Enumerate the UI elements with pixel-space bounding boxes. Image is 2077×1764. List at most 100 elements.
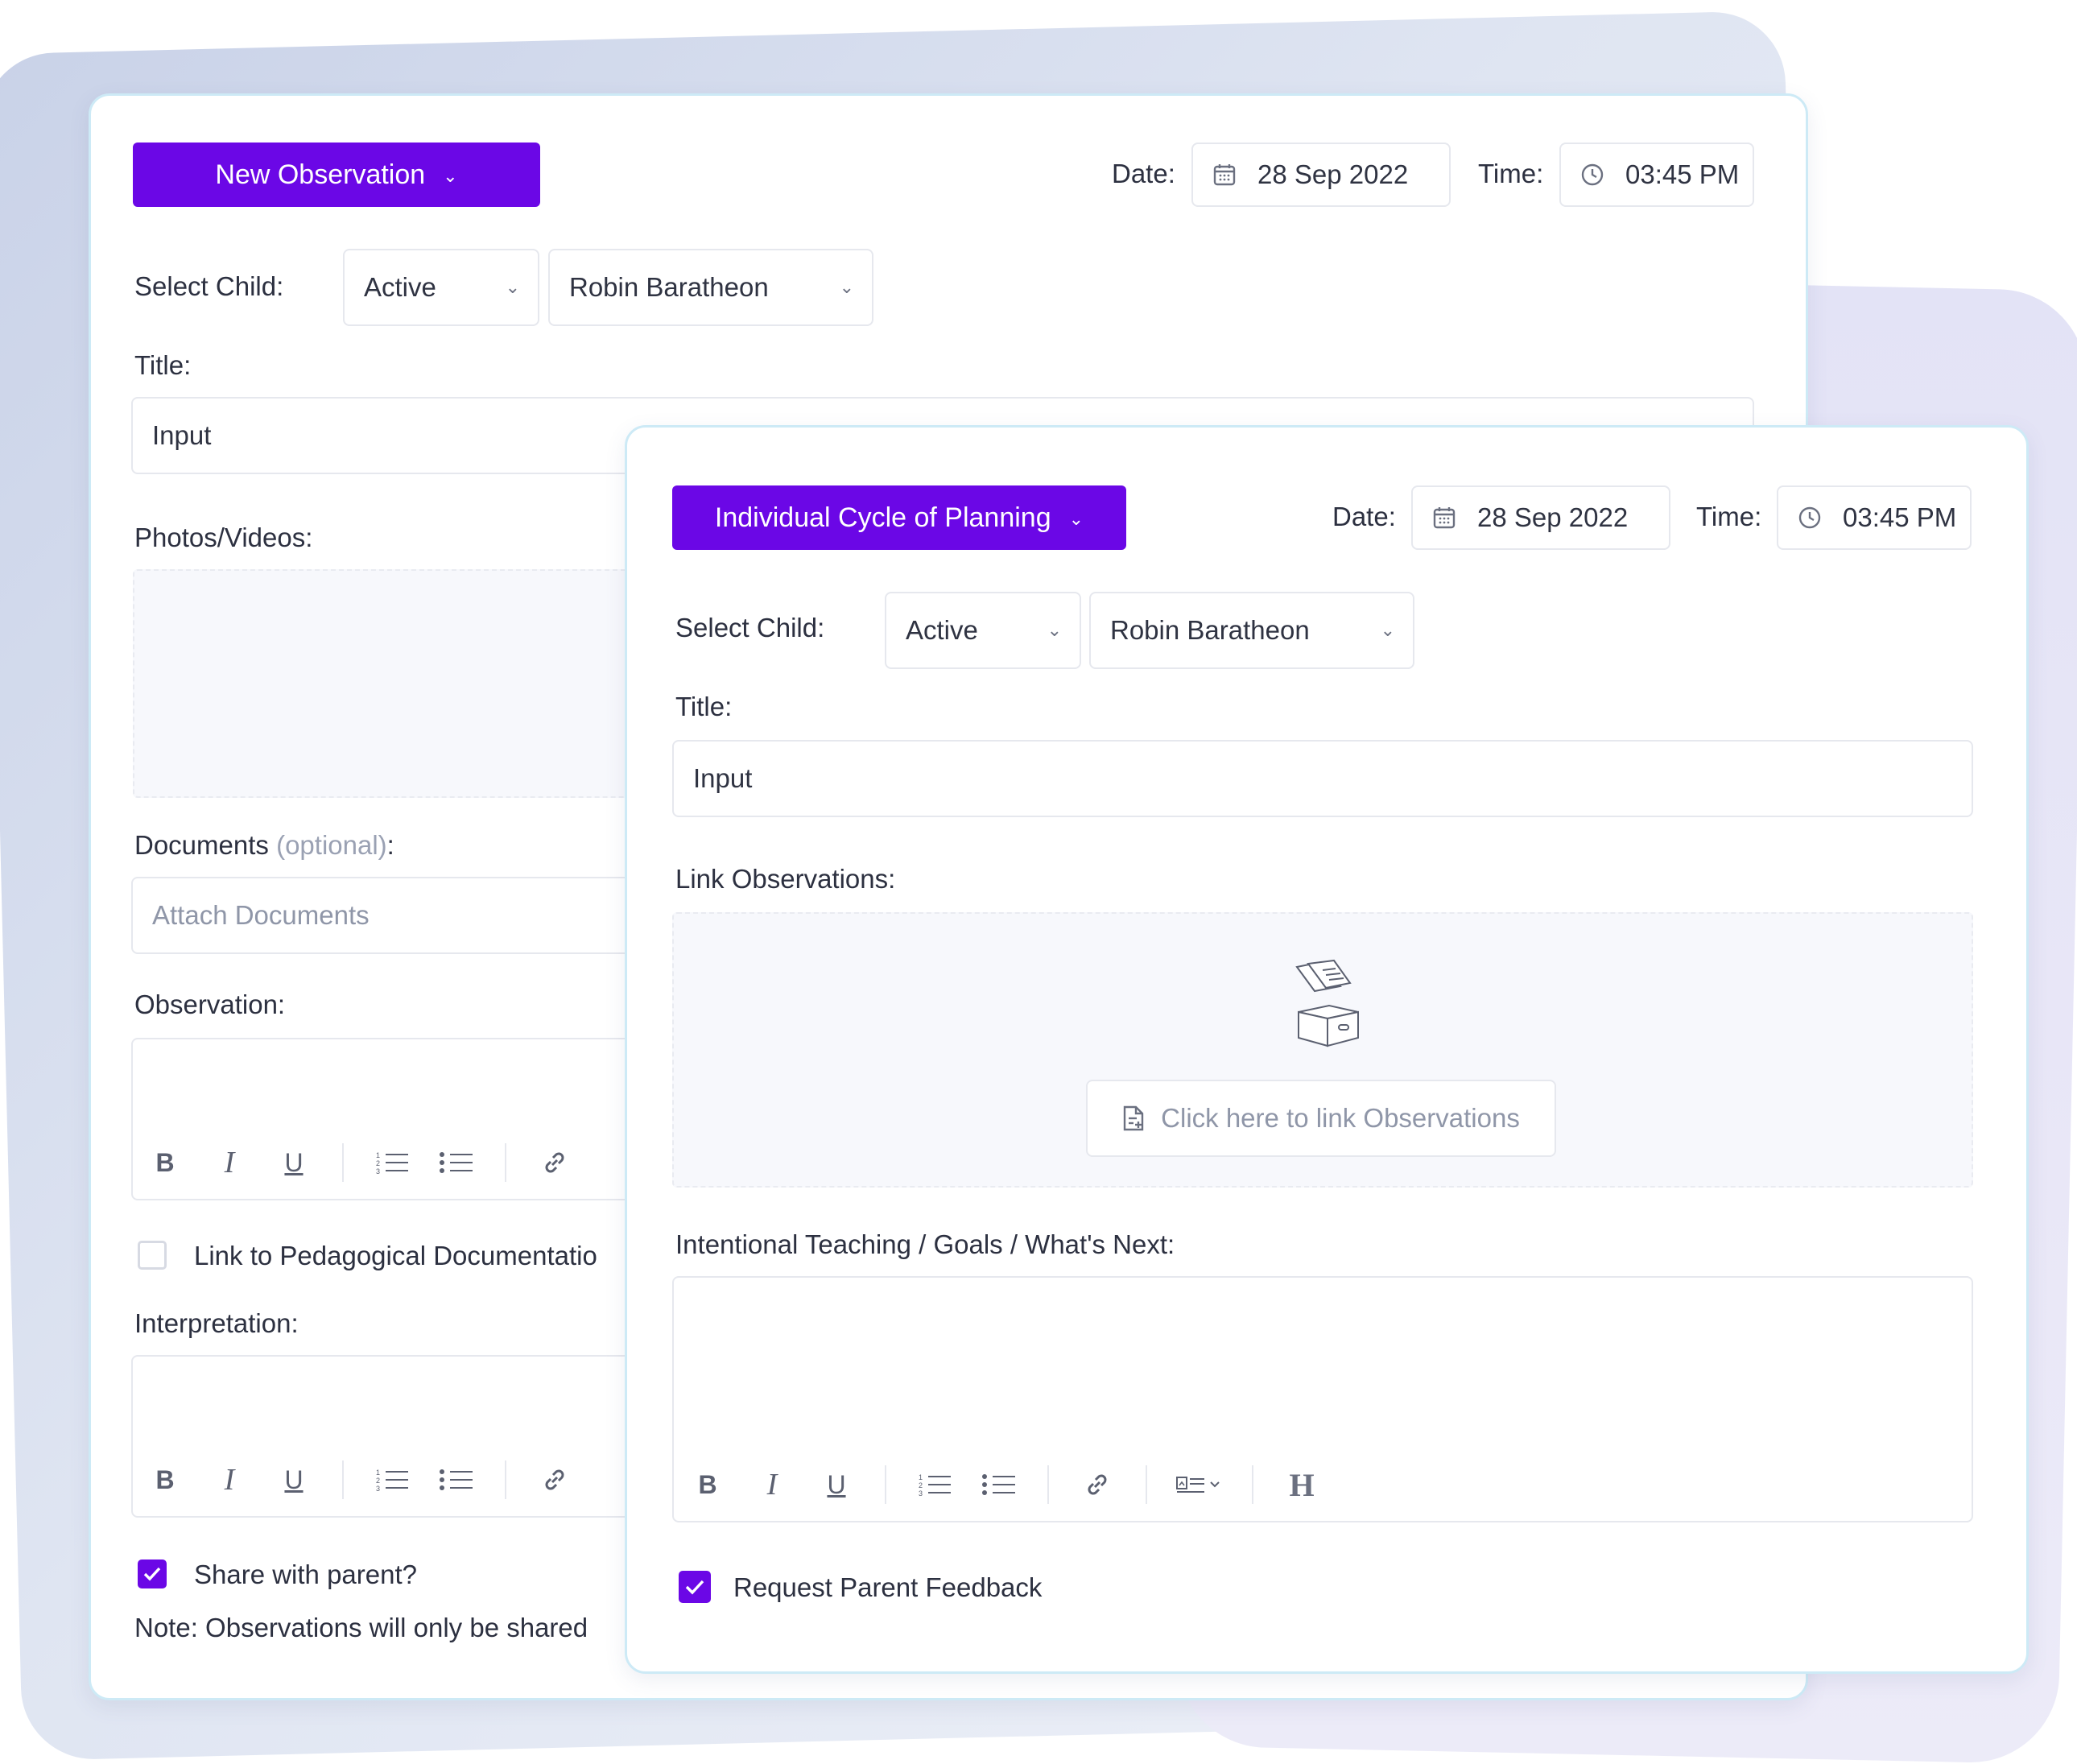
status-select-value: Active (906, 615, 978, 645)
observation-editor[interactable]: B I U 123 (131, 1038, 711, 1200)
interpretation-editor[interactable]: B I U 123 (131, 1355, 711, 1518)
title-label: Title: (675, 692, 733, 721)
share-with-parent-label: Share with parent? (194, 1560, 418, 1589)
svg-text:1: 1 (919, 1473, 923, 1481)
svg-text:2: 2 (376, 1477, 380, 1485)
request-parent-feedback-label: Request Parent Feedback (733, 1572, 1043, 1602)
date-value: 28 Sep 2022 (1477, 502, 1629, 532)
toolbar-divider (885, 1465, 886, 1504)
link-pedagogical-label: Link to Pedagogical Documentatio (194, 1241, 597, 1270)
bold-icon[interactable]: B (133, 1465, 197, 1495)
calendar-icon (1432, 506, 1456, 530)
svg-text:2: 2 (376, 1159, 380, 1167)
heading-icon[interactable]: H (1270, 1466, 1334, 1504)
toolbar-divider (342, 1143, 344, 1182)
svg-text:3: 3 (376, 1167, 380, 1175)
chevron-down-icon: ⌄ (443, 166, 458, 186)
time-picker[interactable]: 03:45 PM (1559, 143, 1754, 207)
observation-type-label: New Observation (215, 159, 426, 190)
bold-icon[interactable]: B (133, 1148, 197, 1178)
ordered-list-icon[interactable]: 123 (360, 1149, 424, 1176)
intentional-teaching-toolbar: B I U 123 H (675, 1448, 1334, 1521)
interpretation-label: Interpretation: (134, 1308, 299, 1338)
italic-icon[interactable]: I (740, 1467, 804, 1502)
attach-documents-input[interactable]: Attach Documents (131, 877, 695, 954)
date-value: 28 Sep 2022 (1257, 159, 1409, 189)
toolbar-divider (342, 1460, 344, 1499)
time-value: 03:45 PM (1843, 502, 1957, 532)
chevron-down-icon: ⌄ (1047, 620, 1062, 640)
svg-text:3: 3 (919, 1489, 923, 1498)
chevron-down-icon: ⌄ (839, 277, 854, 297)
date-picker[interactable]: 28 Sep 2022 (1411, 485, 1670, 550)
child-select[interactable]: Robin Baratheon ⌄ (1089, 592, 1414, 669)
share-note: Note: Observations will only be shared (134, 1613, 588, 1642)
documents-label: Documents (optional): (134, 830, 394, 860)
italic-icon[interactable]: I (197, 1145, 262, 1180)
planning-type-button[interactable]: Individual Cycle of Planning ⌄ (672, 485, 1126, 550)
child-select-value: Robin Baratheon (1110, 615, 1310, 645)
chevron-down-icon: ⌄ (1068, 509, 1084, 529)
observation-label: Observation: (134, 989, 286, 1019)
photos-videos-dropzone[interactable] (133, 569, 696, 798)
interpretation-toolbar: B I U 123 (133, 1444, 587, 1516)
intentional-teaching-label: Intentional Teaching / Goals / What's Ne… (675, 1229, 1175, 1259)
link-icon[interactable] (522, 1148, 587, 1177)
check-icon (685, 1580, 704, 1595)
date-picker[interactable]: 28 Sep 2022 (1191, 143, 1451, 207)
bullet-list-icon[interactable] (424, 1149, 489, 1176)
ordered-list-icon[interactable]: 123 (902, 1471, 967, 1498)
bullet-list-icon[interactable] (967, 1471, 1031, 1498)
link-pedagogical-checkbox[interactable] (138, 1241, 167, 1270)
underline-icon[interactable]: U (262, 1148, 326, 1178)
time-value: 03:45 PM (1625, 159, 1740, 189)
select-child-label: Select Child: (675, 613, 825, 642)
bold-icon[interactable]: B (675, 1470, 740, 1500)
observation-toolbar: B I U 123 (133, 1126, 587, 1199)
underline-icon[interactable]: U (804, 1470, 869, 1500)
toolbar-divider (505, 1460, 506, 1499)
link-observations-dropzone: Click here to link Observations (672, 912, 1973, 1188)
share-with-parent-checkbox[interactable] (138, 1560, 167, 1588)
planning-type-label: Individual Cycle of Planning (714, 502, 1051, 533)
calendar-icon (1212, 163, 1237, 187)
clock-icon (1580, 163, 1604, 187)
date-label: Date: (1112, 159, 1175, 188)
svg-text:1: 1 (376, 1469, 380, 1477)
svg-text:2: 2 (919, 1481, 923, 1489)
link-icon[interactable] (1065, 1470, 1129, 1499)
link-icon[interactable] (522, 1465, 587, 1494)
clock-icon (1798, 506, 1822, 530)
time-picker[interactable]: 03:45 PM (1777, 485, 1972, 550)
observation-type-button[interactable]: New Observation ⌄ (133, 143, 540, 207)
time-label: Time: (1478, 159, 1544, 188)
photos-videos-label: Photos/Videos: (134, 523, 313, 552)
document-add-icon (1122, 1105, 1145, 1131)
toolbar-divider (1146, 1465, 1147, 1504)
intentional-teaching-editor[interactable]: B I U 123 H (672, 1276, 1973, 1522)
cycle-of-planning-form: Individual Cycle of Planning ⌄ Date: 28 … (625, 425, 2029, 1674)
request-parent-feedback-checkbox[interactable] (679, 1571, 711, 1603)
italic-icon[interactable]: I (197, 1462, 262, 1498)
link-observations-button[interactable]: Click here to link Observations (1086, 1080, 1556, 1157)
svg-text:3: 3 (376, 1485, 380, 1493)
underline-icon[interactable]: U (262, 1465, 326, 1495)
title-input-value: Input (693, 763, 753, 793)
bullet-list-icon[interactable] (424, 1466, 489, 1493)
link-observations-label: Link Observations: (675, 864, 896, 894)
date-label: Date: (1332, 502, 1396, 531)
time-label: Time: (1696, 502, 1762, 531)
title-input[interactable]: Input (672, 740, 1973, 817)
child-select[interactable]: Robin Baratheon ⌄ (548, 249, 873, 326)
format-dropdown-icon[interactable] (1163, 1473, 1236, 1497)
link-observations-button-label: Click here to link Observations (1161, 1103, 1520, 1133)
toolbar-divider (1047, 1465, 1049, 1504)
toolbar-divider (505, 1143, 506, 1182)
toolbar-divider (1252, 1465, 1253, 1504)
title-input-value: Input (152, 420, 212, 450)
ordered-list-icon[interactable]: 123 (360, 1466, 424, 1493)
status-select[interactable]: Active ⌄ (885, 592, 1081, 669)
attach-documents-placeholder: Attach Documents (152, 900, 370, 930)
svg-text:1: 1 (376, 1151, 380, 1159)
status-select[interactable]: Active ⌄ (343, 249, 539, 326)
